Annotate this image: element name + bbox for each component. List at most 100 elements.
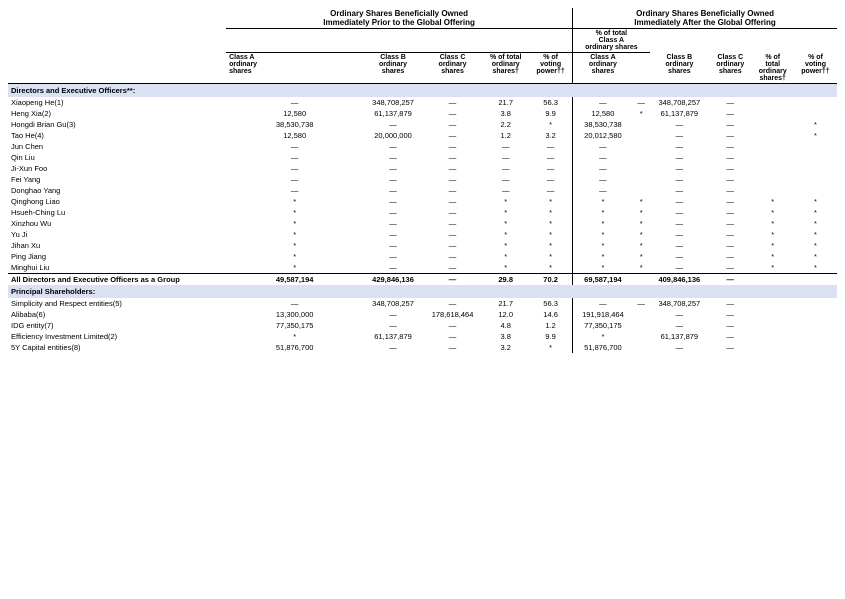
row-name: 5Y Capital entities(8)	[8, 342, 226, 353]
pre-classA: 38,530,738	[226, 119, 363, 130]
post-pct-total	[752, 185, 794, 196]
post-classB: 348,708,257	[650, 298, 710, 309]
row-name: Tao He(4)	[8, 130, 226, 141]
post-pct-total	[752, 97, 794, 108]
pre-classC: —	[423, 262, 483, 274]
post-pct-vote: *	[794, 207, 837, 218]
pre-pct-total: *	[482, 196, 529, 207]
row-name: Fei Yang	[8, 174, 226, 185]
post-pct-classA: *	[633, 196, 650, 207]
table-row: Tao He(4)12,58020,000,000—1.23.220,012,5…	[8, 130, 837, 141]
pre-classA: —	[226, 97, 363, 108]
pre-classA: —	[226, 298, 363, 309]
post-pct-classA	[633, 174, 650, 185]
post-pct-vote	[794, 342, 837, 353]
row-name: Hongdi Brian Gu(3)	[8, 119, 226, 130]
pre-pct-total: —	[482, 185, 529, 196]
post-pct-classA: *	[633, 262, 650, 274]
post-classC: —	[709, 108, 751, 119]
post-pct-classA: *	[633, 108, 650, 119]
pre-classC: —	[423, 174, 483, 185]
post-pct-vote	[794, 163, 837, 174]
pre-pct-total: *	[482, 251, 529, 262]
pre-classC: —	[423, 273, 483, 285]
pre-pct-total: 3.8	[482, 108, 529, 119]
post-pct-classA	[633, 119, 650, 130]
post-classA: *	[573, 229, 633, 240]
pre-offering-group-header: Ordinary Shares Beneficially OwnedImmedi…	[226, 8, 573, 29]
post-classA: 20,012,580	[573, 130, 633, 141]
pre-classC: —	[423, 97, 483, 108]
pre-classA: 13,300,000	[226, 309, 363, 320]
post-pct-total	[752, 130, 794, 141]
pre-pct-total: 21.7	[482, 298, 529, 309]
post-pct-total: *	[752, 218, 794, 229]
pre-classC: —	[423, 298, 483, 309]
post-classA: *	[573, 218, 633, 229]
post-pct-classA	[633, 309, 650, 320]
row-name: IDG entity(7)	[8, 320, 226, 331]
col-pre-classA: Class Aordinaryshares	[226, 53, 363, 84]
pre-classB: 61,137,879	[363, 108, 423, 119]
pre-classB: 429,846,136	[363, 273, 423, 285]
pre-classA: —	[226, 174, 363, 185]
table-row: Donghao Yang————————	[8, 185, 837, 196]
post-classC: —	[709, 97, 751, 108]
post-classC: —	[709, 320, 751, 331]
post-pct-total	[752, 141, 794, 152]
post-classC: —	[709, 207, 751, 218]
col-pre-pct-total: % of totalordinaryshares†	[482, 53, 529, 84]
post-classB: —	[650, 196, 710, 207]
post-pct-classA: *	[633, 251, 650, 262]
post-pct-total	[752, 273, 794, 285]
post-pct-classA	[633, 185, 650, 196]
post-pct-total	[752, 119, 794, 130]
post-pct-vote	[794, 331, 837, 342]
pre-classA: —	[226, 152, 363, 163]
post-pct-total: *	[752, 196, 794, 207]
table-row: Xiaopeng He(1)—348,708,257—21.756.3——348…	[8, 97, 837, 108]
pre-classC: —	[423, 331, 483, 342]
pre-classB: —	[363, 262, 423, 274]
row-name: Simplicity and Respect entities(5)	[8, 298, 226, 309]
post-classC: —	[709, 218, 751, 229]
post-classA: —	[573, 163, 633, 174]
post-classA: 12,580	[573, 108, 633, 119]
pre-pct-vote: *	[529, 251, 573, 262]
col-pre-classB: Class Bordinaryshares	[363, 53, 423, 84]
post-classA: *	[573, 207, 633, 218]
post-pct-classA	[633, 331, 650, 342]
table-row: Ji-Xun Foo————————	[8, 163, 837, 174]
pre-classB: —	[363, 240, 423, 251]
post-classA: 38,530,738	[573, 119, 633, 130]
pre-pct-vote: —	[529, 163, 573, 174]
pre-classC: —	[423, 251, 483, 262]
pre-pct-vote: —	[529, 185, 573, 196]
pre-pct-total: *	[482, 207, 529, 218]
pre-pct-total: 3.2	[482, 342, 529, 353]
table-row: Minghui Liu*——****——**	[8, 262, 837, 274]
pre-classB: —	[363, 196, 423, 207]
post-classB: 61,137,879	[650, 108, 710, 119]
post-pct-vote	[794, 174, 837, 185]
post-classB: —	[650, 342, 710, 353]
pre-classA: 49,587,194	[226, 273, 363, 285]
post-classC: —	[709, 152, 751, 163]
pre-pct-vote: —	[529, 141, 573, 152]
table-row: Jun Chen————————	[8, 141, 837, 152]
post-classC: —	[709, 240, 751, 251]
post-pct-vote: *	[794, 251, 837, 262]
pre-classC: —	[423, 152, 483, 163]
table-row: Fei Yang————————	[8, 174, 837, 185]
col-post-classB: Class Bordinaryshares	[650, 53, 710, 84]
post-classC: —	[709, 273, 751, 285]
table-row: IDG entity(7)77,350,175——4.81.277,350,17…	[8, 320, 837, 331]
pre-classC: —	[423, 320, 483, 331]
post-pct-total: *	[752, 207, 794, 218]
post-classB: —	[650, 262, 710, 274]
pre-pct-vote: 56.3	[529, 298, 573, 309]
pre-classB: —	[363, 207, 423, 218]
post-pct-classA: *	[633, 207, 650, 218]
post-classB: 61,137,879	[650, 331, 710, 342]
pre-classB: —	[363, 174, 423, 185]
